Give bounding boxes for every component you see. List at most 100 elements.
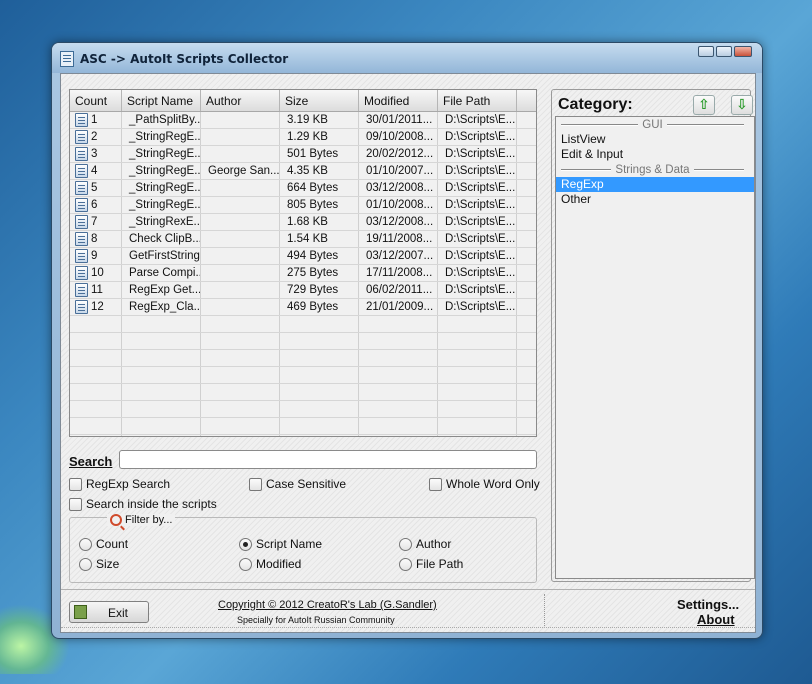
search-inside-option[interactable]: Search inside the scripts (69, 497, 217, 511)
category-item-listview[interactable]: ListView (556, 132, 754, 147)
move-up-button[interactable]: ⇧ (693, 95, 715, 115)
table-row[interactable]: 7 _StringRexE... 1.68 KB 03/12/2008... D:\Sc… (70, 214, 536, 231)
filter-author-radio[interactable] (399, 537, 412, 551)
regexp-search-option[interactable]: RegExp Search (69, 477, 170, 491)
table-row[interactable]: 4 _StringRegE... George San... 4.35 KB 01/10… (70, 163, 536, 180)
empty-cell (359, 333, 438, 349)
cell-file-path: D:\Scripts\E... (438, 112, 517, 128)
cell-modified: 03/12/2008... (359, 214, 438, 230)
empty-cell (280, 418, 359, 434)
whole-word-option[interactable]: Whole Word Only (429, 477, 540, 491)
cell-modified: 20/02/2012... (359, 146, 438, 162)
cell-script-name: _StringRegE... (122, 146, 201, 162)
cell-size-text: 501 Bytes (287, 148, 339, 160)
cell-script-name: GetFirstString (122, 248, 201, 264)
exit-button[interactable]: Exit (69, 601, 149, 623)
cell-file-path-text: D:\Scripts\E... (445, 267, 516, 279)
cell-size: 1.68 KB (280, 214, 359, 230)
table-row[interactable]: 6 _StringRegE... 805 Bytes 01/10/2008... D:\… (70, 197, 536, 214)
footer-divider (61, 589, 755, 590)
script-file-icon (75, 198, 88, 212)
search-inside-checkbox[interactable] (69, 497, 82, 511)
filter-size-option[interactable]: Size (79, 557, 119, 571)
empty-cell (122, 350, 201, 366)
maximize-button[interactable] (716, 46, 732, 57)
empty-cell (70, 418, 122, 434)
cell-modified-text: 01/10/2007... (366, 165, 434, 177)
table-row[interactable]: 12 RegExp_Cla... 469 Bytes 21/01/2009... D:\… (70, 299, 536, 316)
cell-modified: 30/01/2011... (359, 112, 438, 128)
category-item-edit-input[interactable]: Edit & Input (556, 147, 754, 162)
cell-size: 4.35 KB (280, 163, 359, 179)
table-row[interactable]: 3 _StringRegE... 501 Bytes 20/02/2012... D:\… (70, 146, 536, 163)
settings-link[interactable]: Settings... (677, 597, 739, 612)
move-down-button[interactable]: ⇩ (731, 95, 753, 115)
filter-script-name-option[interactable]: Script Name (239, 537, 322, 551)
regexp-search-checkbox[interactable] (69, 477, 82, 491)
case-sensitive-checkbox[interactable] (249, 477, 262, 491)
cell-author (201, 231, 280, 247)
listview-body: 1 _PathSplitBy... 3.19 KB 30/01/2011... D:\S… (70, 112, 536, 436)
cell-file-path-text: D:\Scripts\E... (445, 182, 516, 194)
group-divider (561, 123, 639, 126)
column-header-author[interactable]: Author (201, 90, 280, 111)
cell-script-name-text: _StringRegE... (129, 148, 201, 160)
cell-size: 729 Bytes (280, 282, 359, 298)
filter-size-radio[interactable] (79, 557, 92, 571)
column-header-count[interactable]: Count (70, 90, 122, 111)
cell-script-name-text: _StringRegE... (129, 182, 201, 194)
filter-script-name-radio[interactable] (239, 537, 252, 551)
filter-file-path-option[interactable]: File Path (399, 557, 463, 571)
cell-script-name-text: RegExp_Cla... (129, 301, 201, 313)
cell-file-path-text: D:\Scripts\E... (445, 114, 516, 126)
table-row[interactable]: 10 Parse Compi... 275 Bytes 17/11/2008... D:… (70, 265, 536, 282)
category-item-regexp[interactable]: RegExp (556, 177, 754, 192)
about-link[interactable]: About (697, 612, 735, 627)
whole-word-checkbox[interactable] (429, 477, 442, 491)
cell-count-text: 3 (91, 148, 98, 160)
script-file-icon (75, 147, 88, 161)
table-row[interactable]: 2 _StringRegE... 1.29 KB 09/10/2008... D:\Sc… (70, 129, 536, 146)
empty-cell (122, 316, 201, 332)
cell-modified-text: 06/02/2011... (366, 284, 433, 296)
column-header-file-path[interactable]: File Path (438, 90, 517, 111)
table-row[interactable]: 11 RegExp Get... 729 Bytes 06/02/2011... D:\… (70, 282, 536, 299)
scripts-listview[interactable]: Count Script Name Author Size Modified F… (69, 89, 537, 437)
cell-count-text: 2 (91, 131, 98, 143)
cell-size: 494 Bytes (280, 248, 359, 264)
filter-count-radio[interactable] (79, 537, 92, 551)
empty-cell (517, 333, 536, 349)
case-sensitive-option[interactable]: Case Sensitive (249, 477, 346, 491)
cell-file-path-text: D:\Scripts\E... (445, 284, 516, 296)
filter-legend-label: Filter by... (125, 514, 173, 526)
filter-file-path-radio[interactable] (399, 557, 412, 571)
filter-modified-option[interactable]: Modified (239, 557, 301, 571)
column-header-modified[interactable]: Modified (359, 90, 438, 111)
cell-modified-text: 17/11/2008... (366, 267, 433, 279)
table-row[interactable]: 1 _PathSplitBy... 3.19 KB 30/01/2011... D:\S… (70, 112, 536, 129)
empty-cell (280, 435, 359, 436)
cell-script-name-text: Parse Compi... (129, 267, 201, 279)
empty-cell (122, 418, 201, 434)
cell-count: 6 (70, 197, 122, 213)
filter-author-option[interactable]: Author (399, 537, 451, 551)
cell-file-path-text: D:\Scripts\E... (445, 301, 516, 313)
column-header-size[interactable]: Size (280, 90, 359, 111)
empty-cell (122, 401, 201, 417)
search-input[interactable] (119, 450, 537, 469)
empty-cell (517, 384, 536, 400)
filter-count-option[interactable]: Count (79, 537, 128, 551)
table-row[interactable]: 5 _StringRegE... 664 Bytes 03/12/2008... D:\… (70, 180, 536, 197)
category-list[interactable]: GUI ListView Edit & Input Strings & Data… (555, 116, 755, 579)
table-row[interactable]: 8 Check ClipB... 1.54 KB 19/11/2008... D:\Sc… (70, 231, 536, 248)
close-button[interactable] (734, 46, 752, 57)
minimize-button[interactable] (698, 46, 714, 57)
copyright-link[interactable]: Copyright © 2012 CreatoR's Lab (G.Sandle… (218, 599, 437, 611)
cell-script-name: Check ClipB... (122, 231, 201, 247)
cell-count: 8 (70, 231, 122, 247)
column-header-script-name[interactable]: Script Name (122, 90, 201, 111)
category-item-other[interactable]: Other (556, 192, 754, 207)
title-bar[interactable]: ASC -> AutoIt Scripts Collector (52, 43, 762, 73)
table-row[interactable]: 9 GetFirstString 494 Bytes 03/12/2007... D:\… (70, 248, 536, 265)
filter-modified-radio[interactable] (239, 557, 252, 571)
